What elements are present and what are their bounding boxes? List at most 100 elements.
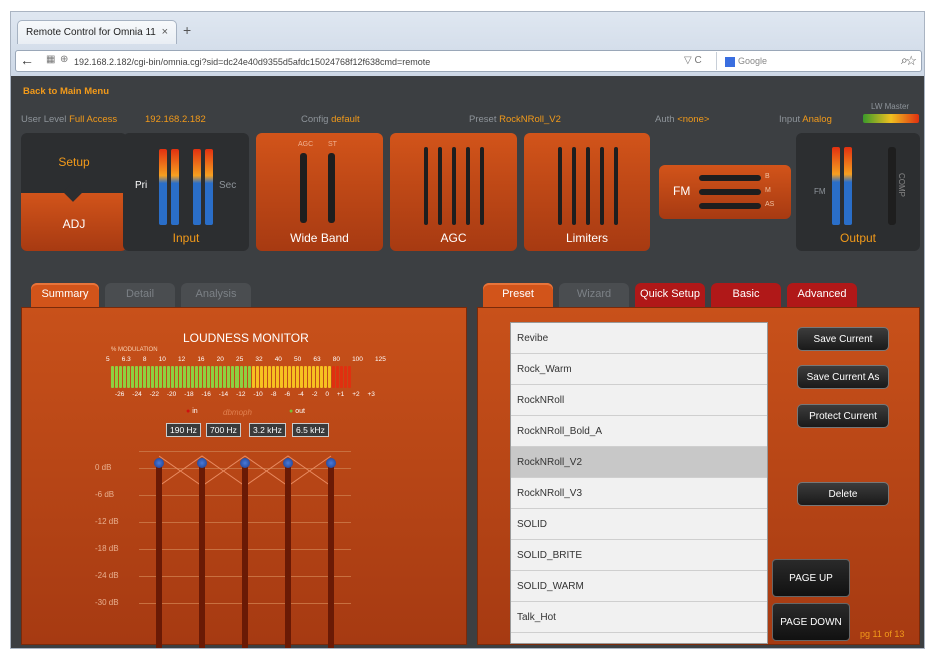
limiters-label: Limiters (565, 231, 608, 245)
led-segment (227, 366, 231, 388)
led-segment (259, 366, 263, 388)
save-current-as-button[interactable]: Save Current As (797, 365, 889, 389)
loudness-led-bar (111, 366, 351, 388)
fm-b-label: B (765, 173, 770, 180)
scale-top-tick: 5 (106, 356, 110, 363)
wideband-block[interactable]: AGC ST Wide Band (256, 133, 383, 251)
preset-item[interactable]: SOLID_BRITE (511, 540, 767, 571)
tab-analysis[interactable]: Analysis (181, 283, 251, 307)
led-segment (163, 366, 167, 388)
eq-slider-5[interactable] (328, 464, 334, 648)
led-segment (115, 366, 119, 388)
new-tab-button[interactable]: + (183, 22, 191, 38)
limiter-bar-5 (614, 147, 618, 225)
wideband-st-bar (328, 153, 335, 223)
scale-bottom-tick: -14 (218, 391, 229, 398)
protect-current-button[interactable]: Protect Current (797, 404, 889, 428)
input-block[interactable]: Pri Sec Input (123, 133, 249, 251)
led-segment (195, 366, 199, 388)
url-text[interactable]: 192.168.2.182/cgi-bin/omnia.cgi?sid=dc24… (74, 57, 430, 67)
scale-bottom-tick: -18 (184, 391, 194, 398)
led-segment (331, 366, 335, 388)
comp-label: COMP (897, 173, 906, 197)
out-legend: ● out (289, 408, 305, 415)
eq-knob-5[interactable] (326, 458, 336, 468)
back-arrow-icon[interactable]: ← (20, 52, 34, 68)
eq-knob-3[interactable] (240, 458, 250, 468)
close-tab-icon[interactable]: × (162, 26, 168, 38)
browser-tab[interactable]: Remote Control for Omnia 11 × (17, 20, 177, 44)
scale-top-tick: 8 (142, 356, 147, 363)
scale-bottom-tick: +1 (336, 391, 345, 398)
preset-item[interactable]: RockNRoll_V2 (511, 447, 767, 478)
search-box[interactable]: Google (716, 52, 886, 70)
fm-as-bar (699, 203, 761, 209)
delete-button[interactable]: Delete (797, 482, 889, 506)
agc-bar-4 (466, 147, 470, 225)
page-down-button[interactable]: PAGE DOWN (772, 603, 850, 641)
scale-bottom-tick: -22 (149, 391, 159, 398)
agc-block[interactable]: AGC (390, 133, 517, 251)
tab-quick-setup[interactable]: Quick Setup (635, 283, 705, 307)
eq-knob-2[interactable] (197, 458, 207, 468)
preset-item[interactable]: RockNRoll_Bold_A (511, 416, 767, 447)
user-level: User Level Full Access (21, 114, 118, 125)
auth-info: Auth <none> (655, 114, 710, 125)
fm-block[interactable]: FM B M AS (659, 165, 791, 219)
output-fm-label: FM (814, 187, 826, 196)
scale-bottom-tick: -2 (311, 391, 318, 398)
input-label: Input (172, 231, 200, 245)
led-segment (143, 366, 147, 388)
output-meter-r (844, 147, 852, 225)
led-segment (267, 366, 271, 388)
eq-knob-4[interactable] (283, 458, 293, 468)
eq-slider-2[interactable] (199, 464, 205, 648)
limiters-block[interactable]: Limiters (524, 133, 650, 251)
led-segment (127, 366, 131, 388)
save-current-button[interactable]: Save Current (797, 327, 889, 351)
preset-item[interactable]: Rock_Warm (511, 354, 767, 385)
browser-chrome: Remote Control for Omnia 11 × + ← ▦ ⊕ 192… (11, 12, 924, 76)
tab-basic[interactable]: Basic (711, 283, 781, 307)
tab-detail[interactable]: Detail (105, 283, 175, 307)
wideband-agc-bar (300, 153, 307, 223)
scale-top-tick: 100 (352, 356, 363, 363)
preset-item[interactable]: RockNRoll_V3 (511, 478, 767, 509)
address-bar[interactable]: ← ▦ ⊕ 192.168.2.182/cgi-bin/omnia.cgi?si… (15, 50, 922, 72)
loudness-title: LOUDNESS MONITOR (183, 331, 309, 345)
preset-item[interactable]: SOLID_WARM (511, 571, 767, 602)
led-segment (203, 366, 207, 388)
led-segment (287, 366, 291, 388)
led-segment (171, 366, 175, 388)
eq-slider-1[interactable] (156, 464, 162, 648)
config-info: Config default (301, 114, 360, 125)
tab-title: Remote Control for Omnia 11 (26, 27, 156, 38)
preset-item[interactable]: Revibe (511, 323, 767, 354)
preset-item[interactable]: SOLID (511, 509, 767, 540)
led-segment (167, 366, 171, 388)
led-segment (187, 366, 191, 388)
eq-knob-1[interactable] (154, 458, 164, 468)
tab-wizard[interactable]: Wizard (559, 283, 629, 307)
preset-list[interactable]: Revibe Rock_Warm RockNRoll RockNRoll_Bold_A… (510, 322, 768, 644)
back-to-main-link[interactable]: Back to Main Menu (23, 86, 109, 97)
led-segment (299, 366, 303, 388)
search-placeholder: Google (738, 56, 768, 66)
preset-item[interactable]: Talk_Hot (511, 602, 767, 633)
eq-slider-4[interactable] (285, 464, 291, 648)
led-segment (275, 366, 279, 388)
scale-top-tick: 32 (255, 356, 263, 363)
scale-top-tick: 125 (375, 356, 386, 363)
output-block[interactable]: FM COMP Output (796, 133, 920, 251)
page-up-button[interactable]: PAGE UP (772, 559, 850, 597)
scale-top-tick: 80 (332, 356, 340, 363)
reload-icon[interactable]: ▽ C (684, 55, 702, 66)
tab-advanced[interactable]: Advanced (787, 283, 857, 307)
preset-item[interactable]: RockNRoll (511, 385, 767, 416)
bookmark-star-icon[interactable]: ☆ (905, 53, 917, 69)
tab-preset[interactable]: Preset (483, 283, 553, 307)
tab-summary[interactable]: Summary (31, 283, 99, 307)
eq-slider-3[interactable] (242, 464, 248, 648)
input-meter-r2 (205, 149, 213, 225)
setup-block[interactable]: Setup ADJ (21, 133, 127, 251)
